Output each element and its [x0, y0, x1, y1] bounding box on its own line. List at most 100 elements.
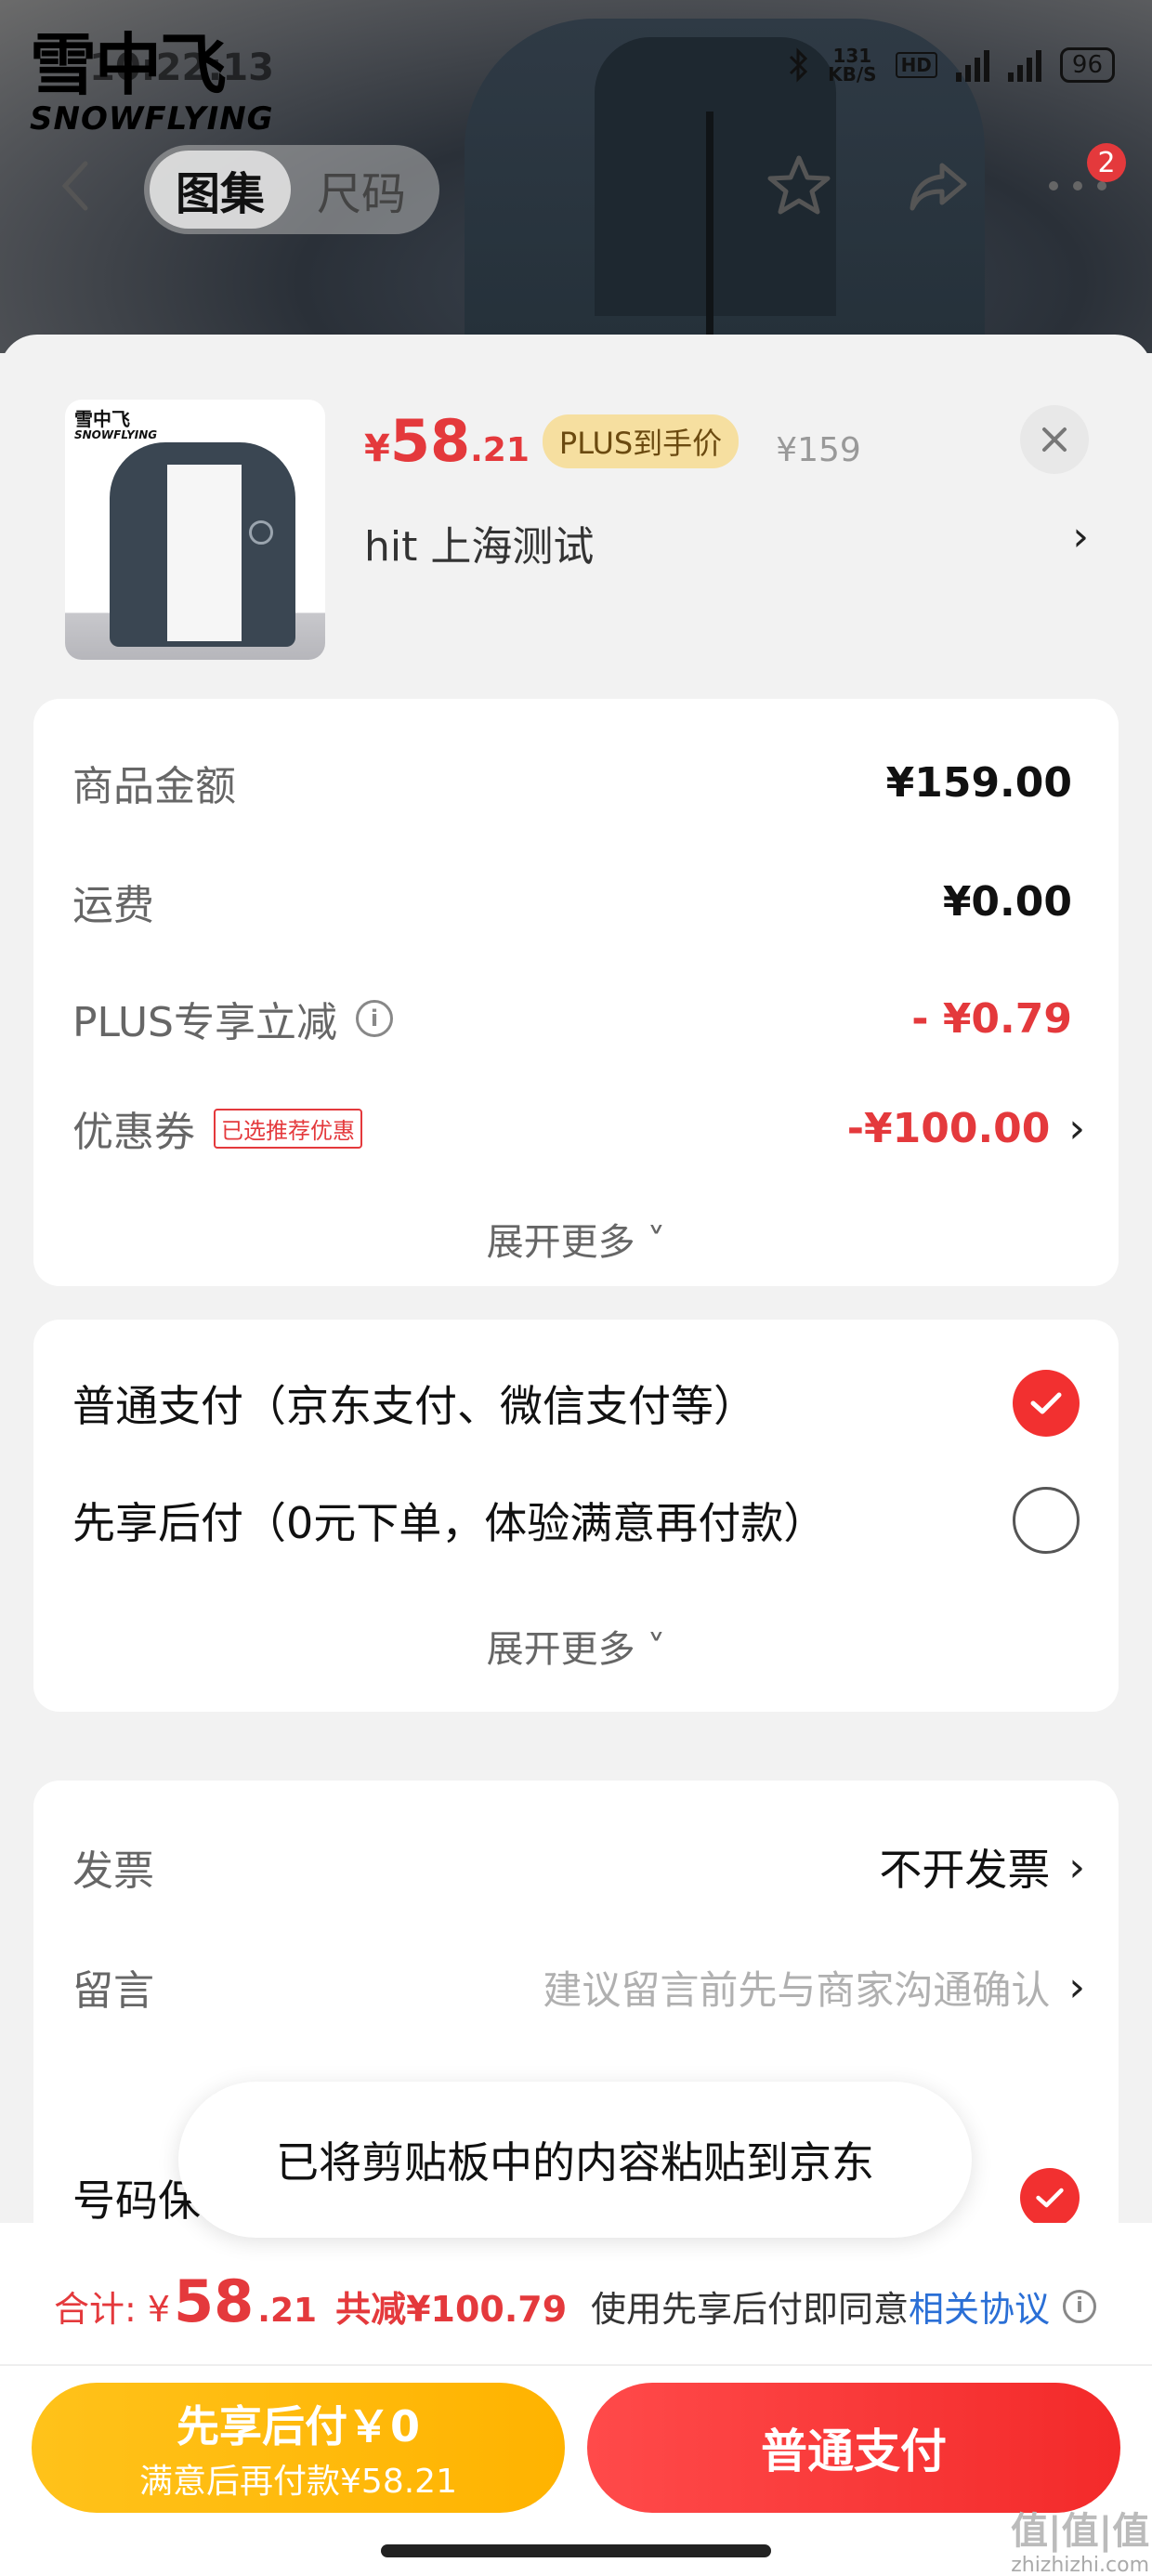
share-button[interactable] — [901, 149, 975, 223]
total-dec: .21 — [257, 2292, 318, 2330]
normal-pay-button[interactable]: 普通支付 — [587, 2383, 1120, 2513]
total-row: 合计: ¥58.21 共减¥100.79 使用先享后付即同意 相关协议 i — [54, 2267, 1096, 2335]
close-icon — [1042, 427, 1067, 452]
watermark-site: zhizhizhi.com — [1011, 2554, 1149, 2576]
agreement-text: 使用先享后付即同意 相关协议 i — [591, 2280, 1096, 2332]
status-time: 10:22:13 — [89, 46, 274, 89]
price-summary-card: 商品金额 ¥159.00 运费 ¥0.00 PLUS专享立减 i - ¥0.79… — [33, 699, 1119, 1286]
coupon-value-wrap: -¥100.00 › — [847, 1105, 1085, 1152]
pay-later-button[interactable]: 先享后付￥0 满意后再付款¥58.21 — [32, 2383, 565, 2513]
shipping-value: ¥0.00 — [942, 877, 1072, 926]
battery-indicator: 96 — [1059, 47, 1115, 83]
divider — [0, 2364, 1152, 2366]
summary-row-plus-discount: PLUS专享立减 i - ¥0.79 — [72, 989, 1072, 1048]
note-label: 留言 — [72, 1967, 154, 2015]
payment-option-normal-label: 普通支付（京东支付、微信支付等） — [72, 1381, 756, 1431]
summary-row-goods: 商品金额 ¥159.00 — [72, 753, 1072, 812]
coupon-recommended-tag: 已选推荐优惠 — [214, 1108, 362, 1149]
payment-option-normal[interactable]: 普通支付（京东支付、微信支付等） — [72, 1370, 1080, 1437]
message-badge: 2 — [1087, 143, 1126, 182]
coupon-label: 优惠券 — [72, 1109, 195, 1156]
chevron-right-icon: › — [1068, 1963, 1085, 2011]
checkout-bottom-bar: 合计: ¥58.21 共减¥100.79 使用先享后付即同意 相关协议 i 先享… — [0, 2223, 1152, 2576]
plus-discount-label-wrap: PLUS专享立减 i — [72, 989, 393, 1048]
final-price: ¥58.21 — [364, 407, 530, 475]
pay-later-line2: 满意后再付款¥58.21 — [139, 2463, 457, 2501]
checkbox-unchecked[interactable] — [1013, 1487, 1080, 1554]
payment-method-card: 普通支付（京东支付、微信支付等） 先享后付（0元下单，体验满意再付款） 展开更多… — [33, 1320, 1119, 1712]
thumb-logo: 雪中飞 SNOWFLYING — [74, 408, 158, 441]
back-button[interactable] — [58, 158, 95, 214]
agreement-link[interactable]: 相关协议 — [909, 2280, 1050, 2332]
plus-price-tag: PLUS到手价 — [542, 414, 740, 468]
total-saved: 共减¥100.79 — [335, 2289, 568, 2330]
chevron-right-icon: › — [1068, 1104, 1085, 1152]
tab-size[interactable]: 尺码 — [291, 151, 432, 229]
clipboard-toast: 已将剪贴板中的内容粘贴到京东 — [178, 2082, 972, 2238]
more-button[interactable]: 2 — [1041, 143, 1126, 223]
goods-amount-value: ¥159.00 — [885, 758, 1072, 807]
total-label: 合计: — [54, 2289, 137, 2330]
coupon-value: -¥100.00 — [846, 1104, 1051, 1152]
summary-row-shipping: 运费 ¥0.00 — [72, 872, 1072, 931]
original-price: ¥159 — [776, 431, 861, 469]
invoice-value-wrap: 不开发票 › — [879, 1836, 1085, 1898]
signal-5g-icon-2 — [1007, 48, 1041, 82]
summary-row-coupon[interactable]: 优惠券 已选推荐优惠 -¥100.00 › — [72, 1098, 1085, 1158]
coupon-label-wrap: 优惠券 已选推荐优惠 — [72, 1098, 362, 1158]
shipping-label: 运费 — [72, 882, 154, 929]
payment-option-later-label: 先享后付（0元下单，体验满意再付款） — [72, 1498, 827, 1548]
thumb-shirt — [167, 465, 242, 641]
payment-expand-more[interactable]: 展开更多 ˅ — [33, 1619, 1119, 1673]
checkbox-checked[interactable] — [1020, 2168, 1080, 2228]
checkmark-icon — [1030, 1392, 1062, 1414]
watermark: 值|值|值 zhizhizhi.com — [1011, 2509, 1149, 2576]
chevron-right-icon: › — [1072, 513, 1089, 560]
total-int: 58 — [174, 2267, 255, 2335]
chevron-down-icon: ˅ — [635, 1221, 666, 1264]
close-button[interactable] — [1020, 405, 1089, 474]
price-row: ¥58.21 PLUS到手价 ¥159 — [364, 407, 861, 476]
nav-actions: 2 — [762, 143, 1126, 223]
plus-discount-value: - ¥0.79 — [911, 994, 1072, 1043]
note-value-wrap: 建议留言前先与商家沟通确认 › — [543, 1959, 1085, 2016]
address-selector[interactable]: hit 上海测试 › — [364, 513, 1089, 572]
star-icon — [767, 155, 831, 215]
invoice-row[interactable]: 发票 不开发票 › — [72, 1836, 1085, 1898]
share-icon — [910, 163, 967, 211]
brand-logo-en: SNOWFLYING — [30, 100, 274, 138]
chevron-right-icon: › — [1068, 1843, 1085, 1891]
home-indicator[interactable] — [381, 2544, 771, 2557]
info-icon[interactable]: i — [356, 1000, 393, 1037]
product-thumbnail: 雪中飞 SNOWFLYING — [65, 400, 325, 660]
status-bar-right: 131 KB/S HD 96 — [787, 46, 1115, 84]
plus-discount-label: PLUS专享立减 — [72, 999, 337, 1046]
pay-later-line1: 先享后付￥0 — [176, 2401, 420, 2451]
tab-gallery[interactable]: 图集 — [150, 151, 292, 229]
total-amount: 合计: ¥58.21 共减¥100.79 — [54, 2267, 567, 2335]
thumb-emblem — [249, 520, 273, 545]
hd-icon: HD — [895, 52, 937, 78]
checkmark-icon — [1036, 2188, 1064, 2208]
note-row[interactable]: 留言 建议留言前先与商家沟通确认 › — [72, 1957, 1085, 2017]
agreement-prefix: 使用先享后付即同意 — [590, 2289, 909, 2330]
product-header: 雪中飞 SNOWFLYING ¥58.21 PLUS到手价 ¥159 hit 上海… — [0, 335, 1152, 697]
summary-expand-more[interactable]: 展开更多 ˅ — [33, 1212, 1119, 1266]
network-speed: 131 KB/S — [828, 45, 877, 85]
invoice-value: 不开发票 — [879, 1845, 1051, 1895]
favorite-button[interactable] — [762, 149, 836, 223]
signal-5g-icon-1 — [955, 48, 989, 82]
goods-amount-label: 商品金额 — [72, 763, 236, 810]
total-symbol: ¥ — [147, 2289, 170, 2330]
payment-option-later[interactable]: 先享后付（0元下单，体验满意再付款） — [72, 1487, 1080, 1554]
address-text: hit 上海测试 — [364, 523, 595, 571]
back-arrow-icon — [61, 161, 88, 211]
top-nav-bar: 图集 尺码 2 — [0, 139, 1152, 234]
watermark-logo: 值|值|值 — [1011, 2510, 1150, 2553]
info-icon[interactable]: i — [1063, 2289, 1096, 2323]
invoice-label: 发票 — [72, 1847, 154, 1895]
checkbox-checked[interactable] — [1013, 1370, 1080, 1437]
bluetooth-icon — [790, 47, 808, 83]
gallery-tabs: 图集 尺码 — [144, 145, 439, 234]
note-placeholder: 建议留言前先与商家沟通确认 — [543, 1966, 1051, 2013]
